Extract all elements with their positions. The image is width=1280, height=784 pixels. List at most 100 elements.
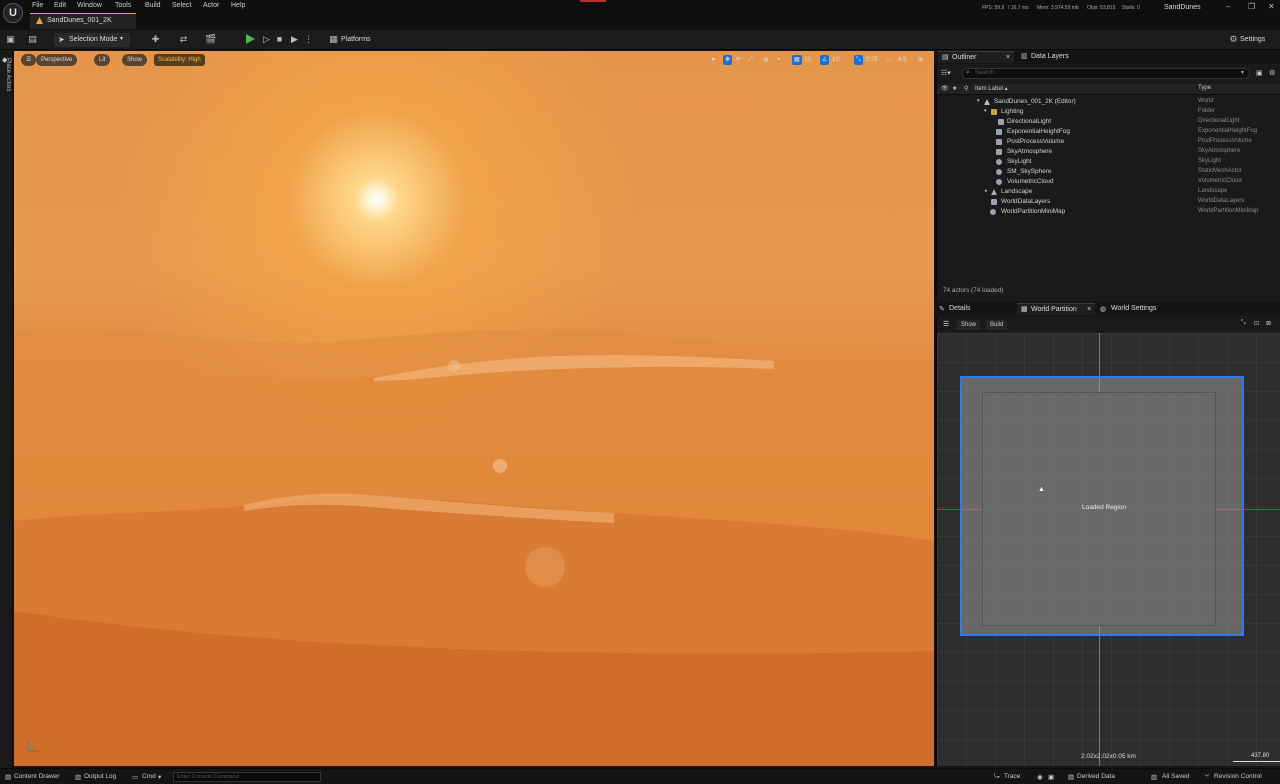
revision-control-button[interactable]: Revision Control xyxy=(1214,773,1262,780)
grid-snap-icon[interactable]: ▦ xyxy=(792,55,802,65)
favorite-column-icon[interactable]: ★ xyxy=(952,85,957,92)
outliner-icon: ▤ xyxy=(942,54,949,61)
menu-tools[interactable]: Tools xyxy=(115,2,131,9)
outliner-row-postprocess[interactable]: PostProcessVolume PostProcessVolume xyxy=(937,137,1280,147)
rotate-tool-icon[interactable]: ⟳ xyxy=(736,55,741,65)
outliner-row-directionallight[interactable]: DirectionalLight DirectionalLight xyxy=(937,117,1280,127)
menu-help[interactable]: Help xyxy=(231,2,245,9)
maximize-icon[interactable]: ❐ xyxy=(1248,2,1255,11)
focus-loaded-icon[interactable]: ⊠ xyxy=(1266,320,1271,327)
surface-snap-icon[interactable]: ⌖ xyxy=(777,55,780,65)
stop-icon[interactable]: ■ xyxy=(274,34,285,45)
outliner-row-skylight[interactable]: SkyLight SkyLight xyxy=(937,157,1280,167)
advance-frame-icon[interactable]: ▷ xyxy=(261,34,272,45)
screenshot-icon[interactable]: ▣ xyxy=(1048,773,1054,781)
focus-selection-icon[interactable]: ⤡ xyxy=(1241,320,1246,327)
scale-snap-icon[interactable]: ⤡ xyxy=(854,55,863,65)
record-icon[interactable]: ◉ xyxy=(1037,773,1043,781)
tab-world-settings[interactable]: World Settings xyxy=(1111,303,1156,315)
item-label-column[interactable]: Item Label ▴ xyxy=(975,85,1008,92)
more-options-icon[interactable]: ⋮ xyxy=(303,34,314,45)
platforms-icon[interactable]: ▦ xyxy=(328,34,339,45)
scalability-badge[interactable]: Scalability: High xyxy=(154,54,205,66)
outliner-search-input[interactable]: ⌕ Search ▾ xyxy=(962,68,1250,79)
content-drawer-button[interactable]: Content Drawer xyxy=(14,773,60,780)
rotation-snap-value[interactable]: 10° xyxy=(832,55,841,65)
outliner-row-minimap[interactable]: WorldPartitionMiniMap WorldPartitionMini… xyxy=(937,207,1280,217)
translate-tool-icon[interactable]: ✥ xyxy=(723,55,733,65)
tab-data-layers[interactable]: Data Layers xyxy=(1031,51,1069,63)
world-space-icon[interactable]: ◍ xyxy=(763,55,768,65)
tab-outliner[interactable]: Outliner xyxy=(952,52,977,64)
output-log-button[interactable]: Output Log xyxy=(84,773,116,780)
expand-arrow-icon[interactable]: ▸ xyxy=(985,188,988,194)
world-partition-map[interactable]: Loaded Region ▲ 2.02x2.02x0.05 km 437.80 xyxy=(937,333,1280,766)
settings-button[interactable]: Settings xyxy=(1240,36,1265,43)
eject-icon[interactable]: ▶ xyxy=(289,34,300,45)
view-mode-lit-button[interactable]: Lit xyxy=(94,54,111,66)
scale-tool-icon[interactable]: ⤢ xyxy=(748,55,753,65)
minimize-icon[interactable]: – xyxy=(1226,2,1230,11)
outliner-row-skysphere[interactable]: SM_SkySphere StaticMeshActor xyxy=(937,167,1280,177)
grid-snap-value[interactable]: 10 xyxy=(804,55,811,65)
menu-file[interactable]: File xyxy=(32,2,43,9)
outliner-row-skyatmosphere[interactable]: SkyAtmosphere SkyAtmosphere xyxy=(937,147,1280,157)
derived-data-button[interactable]: Derived Data xyxy=(1077,773,1115,780)
unreal-logo-icon[interactable]: U xyxy=(3,3,23,23)
close-icon[interactable]: ✕ xyxy=(1268,2,1275,11)
close-tab-icon[interactable]: × xyxy=(1087,304,1091,316)
filter-icon[interactable]: ☷▾ xyxy=(941,69,951,77)
menu-window[interactable]: Window xyxy=(77,2,102,9)
outliner-row-world[interactable]: ▾ SandDunes_001_2K (Editor) World xyxy=(937,97,1280,107)
type-column[interactable]: Type xyxy=(1198,85,1211,91)
camera-speed-icon[interactable]: ▭ xyxy=(887,55,893,65)
select-tool-icon[interactable]: ➤ xyxy=(711,55,716,65)
outliner-settings-icon[interactable]: ⚙ xyxy=(1269,69,1275,77)
camera-speed-value[interactable]: 4.5 xyxy=(898,55,906,65)
content-browser-icon[interactable]: ▤ xyxy=(27,34,38,45)
place-actors-label[interactable]: Place Actors xyxy=(1,58,11,118)
outliner-row-worlddatalayers[interactable]: WorldDataLayers WorldDataLayers xyxy=(937,197,1280,207)
outliner-row-heightfog[interactable]: ExponentialHeightFog ExponentialHeightFo… xyxy=(937,127,1280,137)
scale-snap-value[interactable]: 0.25 xyxy=(866,55,878,65)
tab-world-partition[interactable]: World Partition xyxy=(1031,304,1077,316)
menu-select[interactable]: Select xyxy=(172,2,191,9)
level-viewport[interactable]: ☰ Perspective Lit Show Scalability: High… xyxy=(14,51,934,766)
selection-mode-dropdown[interactable]: ➤ Selection Mode ▾ xyxy=(54,33,130,47)
wp-show-button[interactable]: Show xyxy=(957,320,981,330)
outliner-row-landscape[interactable]: ▸ Landscape Landscape xyxy=(937,187,1280,197)
loaded-region[interactable]: Loaded Region ▲ xyxy=(960,376,1244,636)
close-tab-icon[interactable]: × xyxy=(1006,52,1010,64)
perspective-button[interactable]: Perspective xyxy=(36,54,78,66)
save-icon[interactable]: ▣ xyxy=(5,34,16,45)
pin-column-icon[interactable]: ⚲ xyxy=(964,85,968,92)
outliner-row-lighting[interactable]: ▾ Lighting Folder xyxy=(937,107,1280,117)
gear-icon[interactable]: ⚙ xyxy=(1228,34,1239,45)
expand-arrow-icon[interactable]: ▾ xyxy=(977,98,980,104)
console-command-input[interactable]: Enter Console Command xyxy=(173,772,321,782)
all-saved-button[interactable]: All Saved xyxy=(1162,773,1189,780)
maximize-viewport-icon[interactable]: ⊞ xyxy=(918,55,923,65)
viewport-options-button[interactable]: ☰ xyxy=(21,54,37,66)
tab-details[interactable]: Details xyxy=(949,303,970,315)
cmd-dropdown[interactable]: Cmd xyxy=(142,773,156,780)
focus-world-icon[interactable]: ⊡ xyxy=(1254,320,1259,327)
blueprint-icon[interactable]: ⇄ xyxy=(178,34,189,45)
expand-arrow-icon[interactable]: ▾ xyxy=(984,108,987,114)
play-button[interactable] xyxy=(246,34,255,44)
visibility-column-icon[interactable]: 👁 xyxy=(941,85,949,92)
menu-edit[interactable]: Edit xyxy=(54,2,66,9)
level-tab[interactable]: SandDunes_001_2K xyxy=(30,13,136,29)
trace-button[interactable]: Trace xyxy=(1004,773,1020,780)
outliner-row-volumetriccloud[interactable]: VolumetricCloud VolumetricCloud xyxy=(937,177,1280,187)
show-button[interactable]: Show xyxy=(122,54,148,66)
cinematics-icon[interactable]: 🎬 xyxy=(205,34,216,45)
add-folder-icon[interactable]: ▣ xyxy=(1256,69,1263,77)
menu-actor[interactable]: Actor xyxy=(203,2,219,9)
wp-build-button[interactable]: Build xyxy=(986,320,1008,330)
rotation-snap-icon[interactable]: ∠ xyxy=(820,55,830,65)
menu-build[interactable]: Build xyxy=(145,2,161,9)
hamburger-icon[interactable]: ☰ xyxy=(943,320,949,328)
add-actor-icon[interactable]: ✚ xyxy=(150,34,161,45)
platforms-button[interactable]: Platforms xyxy=(341,36,371,43)
